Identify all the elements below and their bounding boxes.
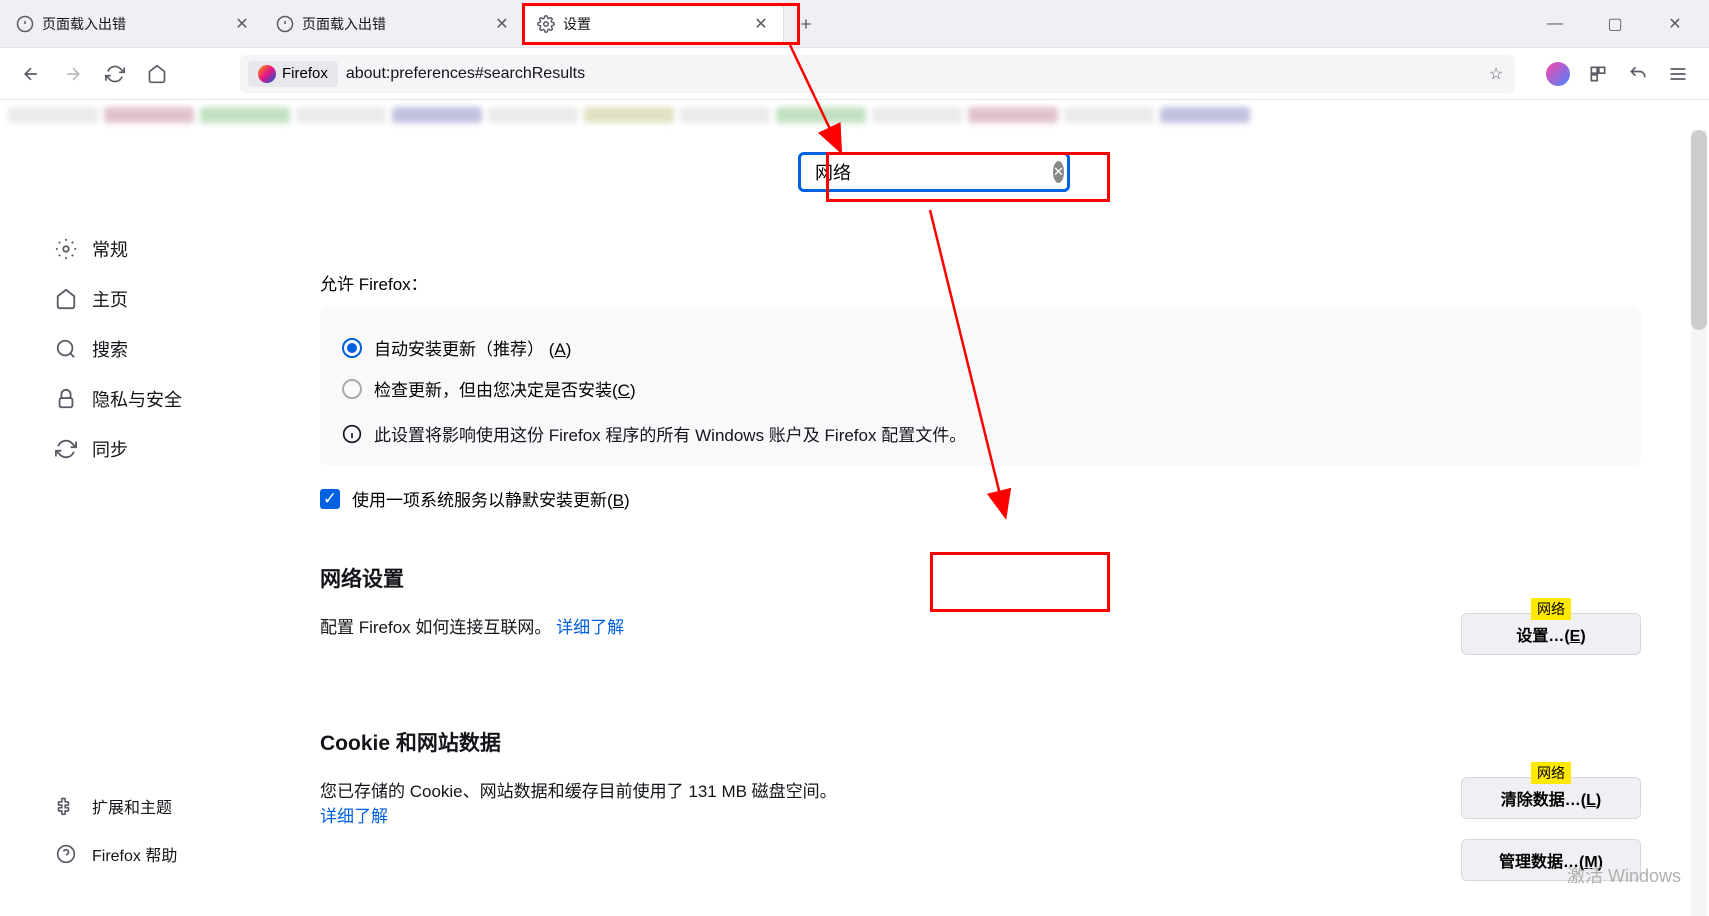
- gear-icon: [537, 15, 555, 33]
- checkbox-label: 使用一项系统服务以静默安装更新: [352, 491, 607, 510]
- sidebar-item-help[interactable]: Firefox 帮助: [42, 832, 250, 876]
- profile-button[interactable]: [1539, 55, 1577, 93]
- home-icon: [54, 287, 78, 311]
- info-icon: [276, 15, 294, 33]
- clear-button[interactable]: ✕: [1053, 161, 1064, 183]
- radio-checked-icon: [342, 338, 362, 358]
- sidebar-item-home[interactable]: 主页: [42, 276, 250, 322]
- minimize-button[interactable]: ―: [1525, 0, 1585, 48]
- close-icon[interactable]: ✕: [751, 14, 771, 34]
- tab-title: 页面载入出错: [302, 14, 386, 34]
- sidebar-item-search[interactable]: 搜索: [42, 326, 250, 372]
- sidebar-item-label: 常规: [92, 236, 128, 262]
- tab-error-2[interactable]: 页面载入出错 ✕: [264, 4, 524, 44]
- menu-button[interactable]: [1659, 55, 1697, 93]
- radio-label: 检查更新，但由您决定是否安装: [374, 381, 612, 400]
- sidebar-item-label: 扩展和主题: [92, 794, 172, 818]
- close-icon[interactable]: ✕: [232, 14, 252, 34]
- avatar: [1546, 62, 1570, 86]
- puzzle-icon: [54, 794, 78, 818]
- tab-settings[interactable]: 设置 ✕: [524, 4, 784, 44]
- settings-search-input[interactable]: ✕: [798, 152, 1070, 192]
- sidebar-item-general[interactable]: 常规: [42, 226, 250, 272]
- firefox-icon: [258, 65, 276, 83]
- section-title-cookies: Cookie 和网站数据: [320, 727, 1641, 757]
- clear-data-button[interactable]: 网络 清除数据…(L): [1461, 777, 1641, 819]
- sidebar-item-privacy[interactable]: 隐私与安全: [42, 376, 250, 422]
- sidebar-item-label: 同步: [92, 436, 128, 462]
- chip-text: Firefox: [282, 65, 328, 82]
- sync-icon: [54, 437, 78, 461]
- extension-button[interactable]: [1579, 55, 1617, 93]
- url-text: about:preferences#searchResults: [346, 65, 585, 83]
- new-tab-button[interactable]: [788, 6, 824, 42]
- learn-more-link[interactable]: 详细了解: [320, 807, 388, 826]
- reload-button[interactable]: [96, 55, 134, 93]
- sidebar-item-label: 主页: [92, 286, 128, 312]
- scrollbar[interactable]: [1691, 130, 1707, 916]
- radio-label: 自动安装更新（推荐）: [374, 340, 544, 359]
- radio-unchecked-icon: [342, 379, 362, 399]
- info-row: 此设置将影响使用这份 Firefox 程序的所有 Windows 账户及 Fir…: [342, 421, 1619, 446]
- search-icon: [54, 337, 78, 361]
- network-settings-button[interactable]: 网络 设置…(E): [1461, 613, 1641, 655]
- close-button[interactable]: ✕: [1645, 0, 1705, 48]
- tab-error-1[interactable]: 页面载入出错 ✕: [4, 4, 264, 44]
- info-text: 此设置将影响使用这份 Firefox 程序的所有 Windows 账户及 Fir…: [374, 421, 966, 446]
- cookies-desc: 您已存储的 Cookie、网站数据和缓存目前使用了 131 MB 磁盘空间。: [320, 782, 837, 801]
- bookmark-star-icon[interactable]: ☆: [1485, 63, 1507, 85]
- close-icon[interactable]: ✕: [492, 14, 512, 34]
- radio-check-update[interactable]: 检查更新，但由您决定是否安装(C): [342, 368, 1619, 409]
- section-title-network: 网络设置: [320, 563, 1641, 593]
- watermark: 激活 Windows: [1567, 862, 1681, 888]
- search-field[interactable]: [815, 162, 1047, 183]
- scroll-thumb[interactable]: [1691, 130, 1707, 330]
- info-icon: [342, 424, 362, 444]
- main: 常规 主页 搜索 隐私与安全 同步 扩展和主题 Firefox 帮助: [0, 130, 1689, 916]
- content: ✕ 允许 Firefox： 自动安装更新（推荐） (A) 检查更新，但由您决定是…: [280, 130, 1689, 916]
- sidebar-item-label: Firefox 帮助: [92, 842, 177, 866]
- checkbox-checked-icon: ✓: [320, 489, 340, 509]
- info-icon: [16, 15, 34, 33]
- gear-icon: [54, 237, 78, 261]
- sidebar: 常规 主页 搜索 隐私与安全 同步 扩展和主题 Firefox 帮助: [0, 130, 280, 916]
- learn-more-link[interactable]: 详细了解: [556, 618, 624, 637]
- url-chip: Firefox: [248, 61, 338, 87]
- highlight-tag: 网络: [1531, 762, 1571, 784]
- lock-icon: [54, 387, 78, 411]
- radio-auto-update[interactable]: 自动安装更新（推荐） (A): [342, 327, 1619, 368]
- forward-button[interactable]: [54, 55, 92, 93]
- maximize-button[interactable]: ▢: [1585, 0, 1645, 48]
- url-bar: Firefox about:preferences#searchResults …: [0, 48, 1709, 100]
- sidebar-item-sync[interactable]: 同步: [42, 426, 250, 472]
- undo-button[interactable]: [1619, 55, 1657, 93]
- network-desc: 配置 Firefox 如何连接互联网。: [320, 618, 551, 637]
- allow-label: 允许 Firefox：: [320, 270, 1641, 295]
- tab-bar: 页面载入出错 ✕ 页面载入出错 ✕ 设置 ✕ ― ▢ ✕: [0, 0, 1709, 48]
- checkbox-silent-update[interactable]: ✓ 使用一项系统服务以静默安装更新(B): [320, 486, 1641, 511]
- home-button[interactable]: [138, 55, 176, 93]
- help-icon: [54, 842, 78, 866]
- window-controls: ― ▢ ✕: [1525, 0, 1705, 48]
- tab-title: 设置: [563, 14, 591, 34]
- tab-title: 页面载入出错: [42, 14, 126, 34]
- back-button[interactable]: [12, 55, 50, 93]
- sidebar-item-extensions[interactable]: 扩展和主题: [42, 784, 250, 828]
- url-input[interactable]: Firefox about:preferences#searchResults …: [240, 55, 1515, 93]
- sidebar-item-label: 搜索: [92, 336, 128, 362]
- highlight-tag: 网络: [1531, 598, 1571, 620]
- bookmark-bar[interactable]: [0, 100, 1709, 130]
- sidebar-item-label: 隐私与安全: [92, 386, 182, 412]
